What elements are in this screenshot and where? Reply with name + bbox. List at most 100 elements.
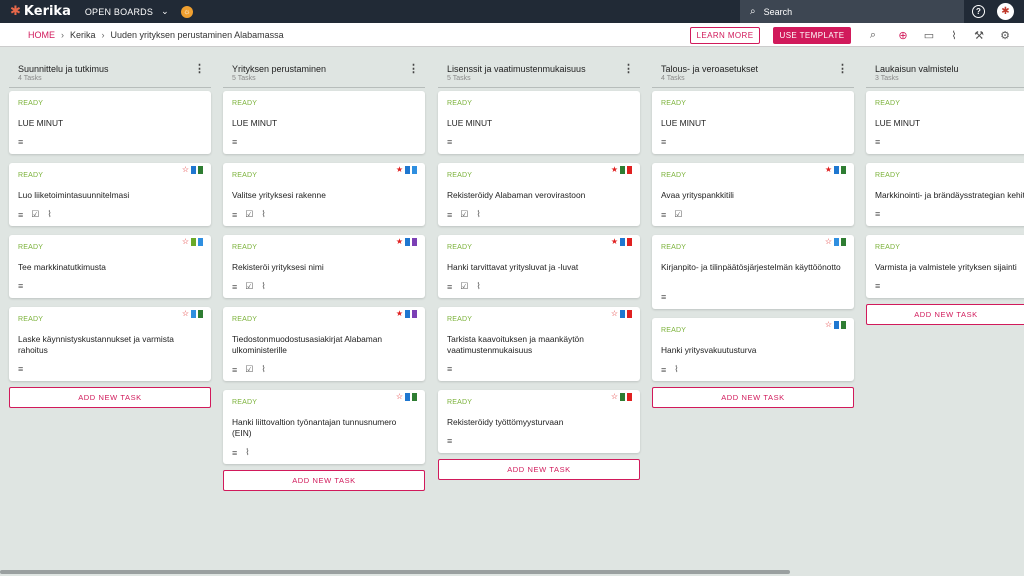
board-column: Yrityksen perustaminen 5 Tasks ⋮ READY LUE M… [223, 56, 425, 491]
bookmark-red-icon [627, 310, 632, 318]
star-icon[interactable]: ★ [825, 166, 832, 174]
column-divider [9, 87, 211, 88]
status-label: READY [232, 244, 258, 251]
checklist-icon: ☑ [245, 281, 254, 291]
help-icon[interactable]: ? [972, 5, 985, 18]
task-card[interactable]: READY Rekisteröidy työttömyysturvaan ☆ ≡ [438, 390, 640, 453]
task-card[interactable]: READY Hanki liittovaltion työnantajan tun… [223, 390, 425, 464]
add-new-task-button[interactable]: ADD NEW TASK [652, 387, 854, 408]
column-header: Yrityksen perustaminen 5 Tasks ⋮ [223, 56, 425, 88]
checklist-icon: ☑ [245, 209, 254, 219]
open-boards-menu[interactable]: OPEN BOARDS ⌄ [85, 6, 169, 17]
task-icons: ≡ ☑ ⌇ [232, 209, 266, 220]
task-card[interactable]: READY Hanki tarvittavat yritysluvat ja -l… [438, 235, 640, 298]
star-outline-icon[interactable]: ☆ [182, 310, 189, 318]
more-vert-icon[interactable]: ⋮ [837, 62, 848, 75]
star-icon[interactable]: ★ [396, 166, 403, 174]
add-new-task-button[interactable]: ADD NEW TASK [438, 459, 640, 480]
task-card[interactable]: READY Tee markkinatutkimusta ☆ ≡ [9, 235, 211, 298]
gear-icon[interactable]: ⚙ [998, 28, 1012, 42]
star-icon[interactable]: ★ [611, 238, 618, 246]
task-card[interactable]: READY Varmista ja valmistele yrityksen si… [866, 235, 1024, 298]
bookmark-blue-icon [620, 310, 625, 318]
column-task-count: 3 Tasks [875, 75, 899, 82]
more-vert-icon[interactable]: ⋮ [408, 62, 419, 75]
task-card[interactable]: READY Kirjanpito- ja tilinpäätösjärjestel… [652, 235, 854, 309]
star-outline-icon[interactable]: ☆ [396, 393, 403, 401]
star-icon[interactable]: ★ [396, 238, 403, 246]
add-new-task-button[interactable]: ADD NEW TASK [223, 470, 425, 491]
task-icons: ≡ ☑ ⌇ [232, 281, 266, 292]
more-vert-icon[interactable]: ⋮ [194, 62, 205, 75]
status-label: READY [875, 172, 901, 179]
add-new-task-button[interactable]: ADD NEW TASK [866, 304, 1024, 325]
add-person-icon[interactable]: ⊕ [896, 28, 910, 42]
task-icons: ≡ [875, 281, 880, 291]
horizontal-scrollbar[interactable] [0, 570, 790, 574]
column-title[interactable]: Lisenssit ja vaatimustenmukaisuus [447, 56, 640, 74]
use-template-button[interactable]: USE TEMPLATE [773, 27, 851, 44]
attachment-icon: ⌇ [261, 209, 266, 219]
column-title[interactable]: Talous- ja veroasetukset [661, 56, 854, 74]
task-card[interactable]: READY LUE MINUT ≡ [652, 91, 854, 154]
task-title: LUE MINUT [661, 118, 707, 128]
tools-icon[interactable]: ⚒ [972, 28, 986, 42]
breadcrumb-org[interactable]: Kerika [70, 30, 96, 40]
avatar[interactable]: ✱ [997, 3, 1014, 20]
attachment-icon[interactable]: ⌇ [947, 28, 961, 42]
column-divider [652, 87, 854, 88]
search-board-icon[interactable]: ⌕ [866, 28, 880, 42]
star-outline-icon[interactable]: ☆ [825, 238, 832, 246]
task-card[interactable]: READY Tiedostonmuodostusasiakirjat Alabam… [223, 307, 425, 381]
breadcrumb-home[interactable]: HOME [28, 30, 55, 40]
search-input[interactable]: ⌕ Search [740, 0, 964, 23]
star-outline-icon[interactable]: ☆ [611, 393, 618, 401]
chevron-down-icon: ⌄ [161, 6, 169, 16]
add-new-task-button[interactable]: ADD NEW TASK [9, 387, 211, 408]
task-card[interactable]: READY LUE MINUT ≡ [438, 91, 640, 154]
task-card[interactable]: READY Valitse yrityksesi rakenne ★ ≡ ☑ ⌇ [223, 163, 425, 226]
bookmark-green-icon [841, 166, 846, 174]
task-card[interactable]: READY LUE MINUT ≡ [9, 91, 211, 154]
task-card[interactable]: READY Avaa yrityspankkitili ★ ≡ ☑ [652, 163, 854, 226]
bookmark-purple-icon [412, 238, 417, 246]
sun-icon[interactable]: ☼ [180, 5, 193, 18]
attachment-icon: ⌇ [261, 364, 266, 374]
task-card[interactable]: READY Rekisteröidy Alabaman verovirastoon… [438, 163, 640, 226]
star-icon[interactable]: ★ [611, 166, 618, 174]
kerika-logo[interactable]: ✱ Kerika [10, 4, 71, 19]
star-outline-icon[interactable]: ☆ [825, 321, 832, 329]
bookmark-lightblue-icon [191, 310, 196, 318]
notes-icon: ≡ [232, 281, 238, 292]
task-card[interactable]: READY Markkinointi- ja brändäysstrategian… [866, 163, 1024, 226]
task-card[interactable]: READY Hanki yritysvakuutusturva ☆ ≡ ⌇ [652, 318, 854, 381]
more-vert-icon[interactable]: ⋮ [623, 62, 634, 75]
task-card[interactable]: READY Tarkista kaavoituksen ja maankäytön… [438, 307, 640, 381]
notes-icon: ≡ [447, 209, 453, 220]
learn-more-button[interactable]: LEARN MORE [690, 27, 760, 44]
chat-icon[interactable]: ▭ [922, 28, 936, 42]
task-title: Laske käynnistyskustannukset ja varmista… [18, 334, 174, 355]
task-title: Hanki liittovaltion työnantajan tunnusnu… [232, 417, 397, 438]
task-flags: ★ [611, 166, 632, 174]
status-label: READY [661, 244, 687, 251]
task-flags: ★ [396, 166, 417, 174]
task-title: Tiedostonmuodostusasiakirjat Alabaman ul… [232, 334, 383, 355]
task-card[interactable]: READY Luo liiketoimintasuunnitelmasi ☆ ≡ ☑ ⌇ [9, 163, 211, 226]
task-card[interactable]: READY Laske käynnistyskustannukset ja var… [9, 307, 211, 381]
status-label: READY [661, 327, 687, 334]
notes-icon: ≡ [18, 137, 24, 147]
column-title[interactable]: Suunnittelu ja tutkimus [18, 56, 211, 74]
column-title[interactable]: Laukaisun valmistelu [875, 56, 1024, 74]
task-card[interactable]: READY Rekisteröi yrityksesi nimi ★ ≡ ☑ ⌇ [223, 235, 425, 298]
column-title[interactable]: Yrityksen perustaminen [232, 56, 425, 74]
notes-icon: ≡ [661, 137, 667, 147]
star-outline-icon[interactable]: ☆ [611, 310, 618, 318]
task-card[interactable]: READY LUE MINUT ≡ [223, 91, 425, 154]
star-outline-icon[interactable]: ☆ [182, 166, 189, 174]
star-icon[interactable]: ★ [396, 310, 403, 318]
status-label: READY [232, 399, 258, 406]
notes-icon: ≡ [18, 364, 24, 374]
star-outline-icon[interactable]: ☆ [182, 238, 189, 246]
task-card[interactable]: READY LUE MINUT ≡ [866, 91, 1024, 154]
